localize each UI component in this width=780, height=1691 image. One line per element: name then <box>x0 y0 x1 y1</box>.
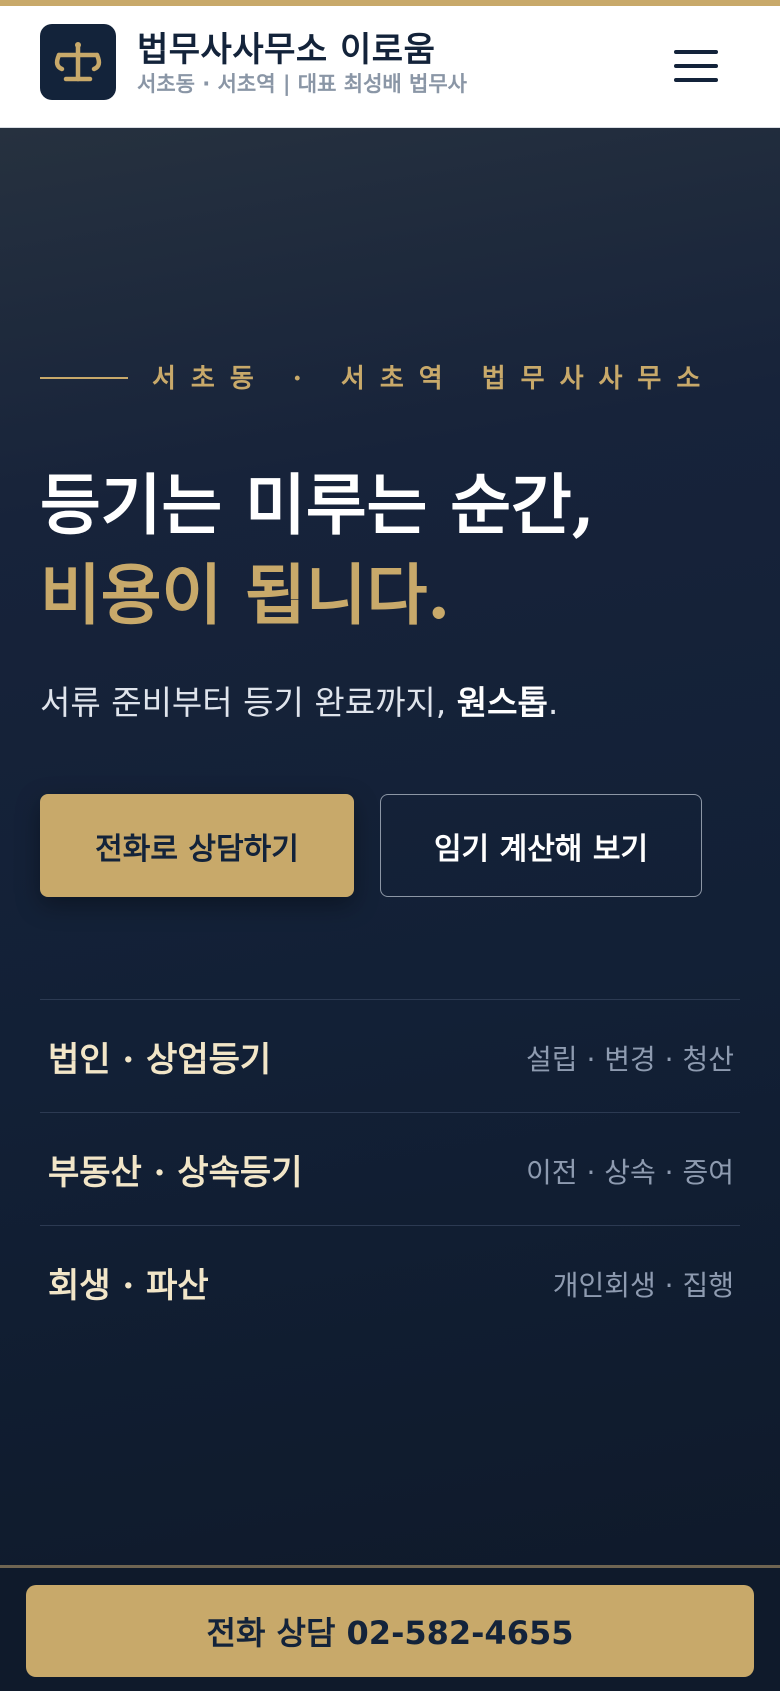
service-tags: 이전 · 상속 · 증여 <box>526 1156 734 1189</box>
scales-icon <box>54 42 102 82</box>
subcopy-suffix: . <box>547 683 559 722</box>
call-consult-button[interactable]: 전화로 상담하기 <box>40 794 354 897</box>
menu-bar-line <box>674 50 718 54</box>
hero-subcopy: 서류 준비부터 등기 완료까지, 원스톱. <box>40 676 558 724</box>
service-item-rehabilitation[interactable]: 회생 · 파산 개인회생 · 집행 <box>40 1225 740 1338</box>
hero-eyebrow: 서초동 · 서초역 법무사사무소 <box>152 364 716 394</box>
service-item-real-estate[interactable]: 부동산 · 상속등기 이전 · 상속 · 증여 <box>40 1112 740 1225</box>
service-title: 회생 · 파산 <box>48 1266 209 1306</box>
service-title: 부동산 · 상속등기 <box>48 1153 303 1193</box>
menu-bar-line <box>674 78 718 82</box>
service-tags: 설립 · 변경 · 청산 <box>526 1043 734 1076</box>
sticky-bottom-bar: 전화 상담 02-582-4655 <box>0 1565 780 1691</box>
hamburger-menu-button[interactable] <box>668 42 724 86</box>
subcopy-text: 서류 준비부터 등기 완료까지, <box>40 683 457 722</box>
logo[interactable] <box>40 24 116 100</box>
menu-bar-line <box>674 64 718 68</box>
term-calculator-button[interactable]: 임기 계산해 보기 <box>380 794 702 897</box>
hero-headline-line2: 비용이 됩니다. <box>40 556 451 634</box>
service-tags: 개인회생 · 집행 <box>552 1269 734 1302</box>
services-list: 법인 · 상업등기 설립 · 변경 · 청산 부동산 · 상속등기 이전 · 상… <box>40 999 740 1338</box>
brand-name[interactable]: 법무사사무소 이로움 <box>137 22 435 71</box>
service-title: 법인 · 상업등기 <box>48 1040 272 1080</box>
phone-consult-button[interactable]: 전화 상담 02-582-4655 <box>26 1585 754 1677</box>
hero-headline-line1: 등기는 미루는 순간, <box>40 466 595 544</box>
site-header: 법무사사무소 이로움 서초동 · 서초역 | 대표 최성배 법무사 <box>0 6 780 128</box>
eyebrow-divider <box>40 377 128 379</box>
brand-subtitle: 서초동 · 서초역 | 대표 최성배 법무사 <box>137 72 467 96</box>
service-item-corporate[interactable]: 법인 · 상업등기 설립 · 변경 · 청산 <box>40 999 740 1112</box>
subcopy-emphasis: 원스톱 <box>456 683 548 722</box>
